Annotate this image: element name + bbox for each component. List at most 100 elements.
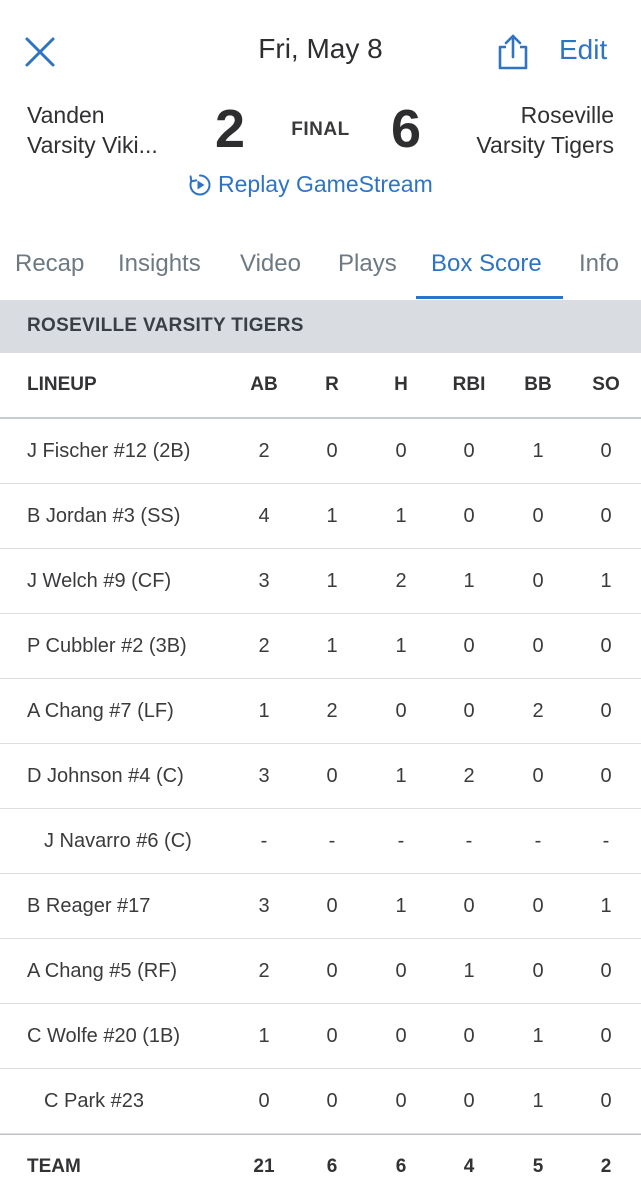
player-name: C Park #23 <box>44 1090 145 1112</box>
stat-so: 0 <box>600 765 612 787</box>
table-row: B Reager #17 3 0 1 0 0 1 <box>0 874 641 939</box>
stat-bb: - <box>534 830 542 852</box>
stat-r: 1 <box>326 505 338 527</box>
stat-bb: 1 <box>532 440 544 462</box>
stat-ab: 21 <box>253 1156 275 1177</box>
stat-so: - <box>602 830 610 852</box>
tab-info[interactable]: Info <box>579 250 619 278</box>
share-icon <box>498 34 528 70</box>
stat-r: - <box>328 830 336 852</box>
home-team-line1: Roseville <box>520 102 614 128</box>
stat-so: 0 <box>600 635 612 657</box>
stat-rbi: - <box>465 830 473 852</box>
stat-rbi: 0 <box>463 1090 475 1112</box>
stat-rbi: 0 <box>463 635 475 657</box>
stat-r: 0 <box>326 765 338 787</box>
stat-bb: 5 <box>532 1156 544 1177</box>
tab-bar: Recap Insights Video Plays Box Score Inf… <box>0 240 641 301</box>
stat-r: 0 <box>326 1025 338 1047</box>
stat-rbi: 1 <box>463 570 475 592</box>
stat-rbi: 4 <box>463 1156 475 1177</box>
stat-ab: 1 <box>258 1025 270 1047</box>
table-row: J Navarro #6 (C) - - - - - - <box>0 809 641 874</box>
stat-so: 0 <box>600 960 612 982</box>
stat-h: 1 <box>395 505 407 527</box>
stat-so: 0 <box>600 1090 612 1112</box>
player-name: J Welch #9 (CF) <box>27 570 172 592</box>
table-row: D Johnson #4 (C) 3 0 1 2 0 0 <box>0 744 641 809</box>
stat-bb: 1 <box>532 1025 544 1047</box>
stat-bb: 0 <box>532 960 544 982</box>
stat-h: 6 <box>395 1156 407 1177</box>
stat-ab: - <box>260 830 268 852</box>
table-row: C Wolfe #20 (1B) 1 0 0 0 1 0 <box>0 1004 641 1069</box>
stat-r: 0 <box>326 895 338 917</box>
table-row: J Welch #9 (CF) 3 1 2 1 0 1 <box>0 549 641 614</box>
stat-r: 6 <box>326 1156 338 1177</box>
column-header-bb: BB <box>524 374 552 395</box>
stat-ab: 2 <box>258 440 270 462</box>
column-header-ab: AB <box>250 374 278 395</box>
stat-ab: 3 <box>258 765 270 787</box>
stat-bb: 1 <box>532 1090 544 1112</box>
column-header-h: H <box>394 374 408 395</box>
box-score-table: LINEUP AB R H RBI BB SO J Fischer #12 (2B) 2 0 0 0 1… <box>0 353 641 1199</box>
tab-plays[interactable]: Plays <box>338 250 397 278</box>
stat-ab: 2 <box>258 960 270 982</box>
share-button[interactable] <box>495 33 531 71</box>
stat-so: 2 <box>600 1156 612 1177</box>
stat-r: 0 <box>326 1090 338 1112</box>
stat-so: 1 <box>600 570 612 592</box>
table-row: P Cubbler #2 (3B) 2 1 1 0 0 0 <box>0 614 641 679</box>
stat-h: 0 <box>395 1025 407 1047</box>
stat-so: 0 <box>600 1025 612 1047</box>
column-header-so: SO <box>592 374 620 395</box>
stat-rbi: 0 <box>463 895 475 917</box>
stat-h: 1 <box>395 635 407 657</box>
table-row: A Chang #5 (RF) 2 0 0 1 0 0 <box>0 939 641 1004</box>
replay-icon <box>189 174 211 195</box>
stat-rbi: 0 <box>463 505 475 527</box>
tab-box-score[interactable]: Box Score <box>431 250 542 278</box>
stat-ab: 2 <box>258 635 270 657</box>
tab-recap[interactable]: Recap <box>15 250 84 278</box>
table-header-row: LINEUP AB R H RBI BB SO <box>0 353 641 419</box>
team-section-title: ROSEVILLE VARSITY TIGERS <box>27 315 304 336</box>
table-row: B Jordan #3 (SS) 4 1 1 0 0 0 <box>0 484 641 549</box>
stat-rbi: 0 <box>463 1025 475 1047</box>
stat-so: 1 <box>600 895 612 917</box>
tab-video[interactable]: Video <box>240 250 301 278</box>
replay-gamestream-link[interactable]: Replay GameStream <box>188 171 433 198</box>
column-header-r: R <box>325 374 339 395</box>
stat-ab: 3 <box>258 570 270 592</box>
stat-h: 2 <box>395 570 407 592</box>
home-team-name: Roseville Varsity Tigers <box>476 100 614 160</box>
player-name: B Reager #17 <box>27 895 151 917</box>
stat-h: 0 <box>395 700 407 722</box>
stat-so: 0 <box>600 700 612 722</box>
stat-so: 0 <box>600 440 612 462</box>
table-row: C Park #23 0 0 0 0 1 0 <box>0 1069 641 1134</box>
edit-button[interactable]: Edit <box>559 34 607 66</box>
stat-so: 0 <box>600 505 612 527</box>
top-bar: Fri, May 8 Edit <box>0 0 641 105</box>
stat-h: 1 <box>395 765 407 787</box>
team-section-header: ROSEVILLE VARSITY TIGERS <box>0 300 641 353</box>
home-team-line2: Varsity Tigers <box>476 132 614 158</box>
player-name: P Cubbler #2 (3B) <box>27 635 187 657</box>
stat-r: 0 <box>326 960 338 982</box>
stat-r: 2 <box>326 700 338 722</box>
page-title: Fri, May 8 <box>258 33 383 64</box>
player-name: J Fischer #12 (2B) <box>27 440 191 462</box>
column-header-rbi: RBI <box>452 374 486 395</box>
stat-h: - <box>397 830 405 852</box>
home-score: 6 <box>391 99 422 159</box>
table-row: A Chang #7 (LF) 1 2 0 0 2 0 <box>0 679 641 744</box>
player-name: TEAM <box>27 1156 81 1177</box>
stat-r: 0 <box>326 440 338 462</box>
player-name: A Chang #5 (RF) <box>27 960 178 982</box>
active-tab-indicator <box>416 296 563 299</box>
stat-bb: 2 <box>532 700 544 722</box>
stat-rbi: 0 <box>463 700 475 722</box>
tab-insights[interactable]: Insights <box>118 250 201 278</box>
